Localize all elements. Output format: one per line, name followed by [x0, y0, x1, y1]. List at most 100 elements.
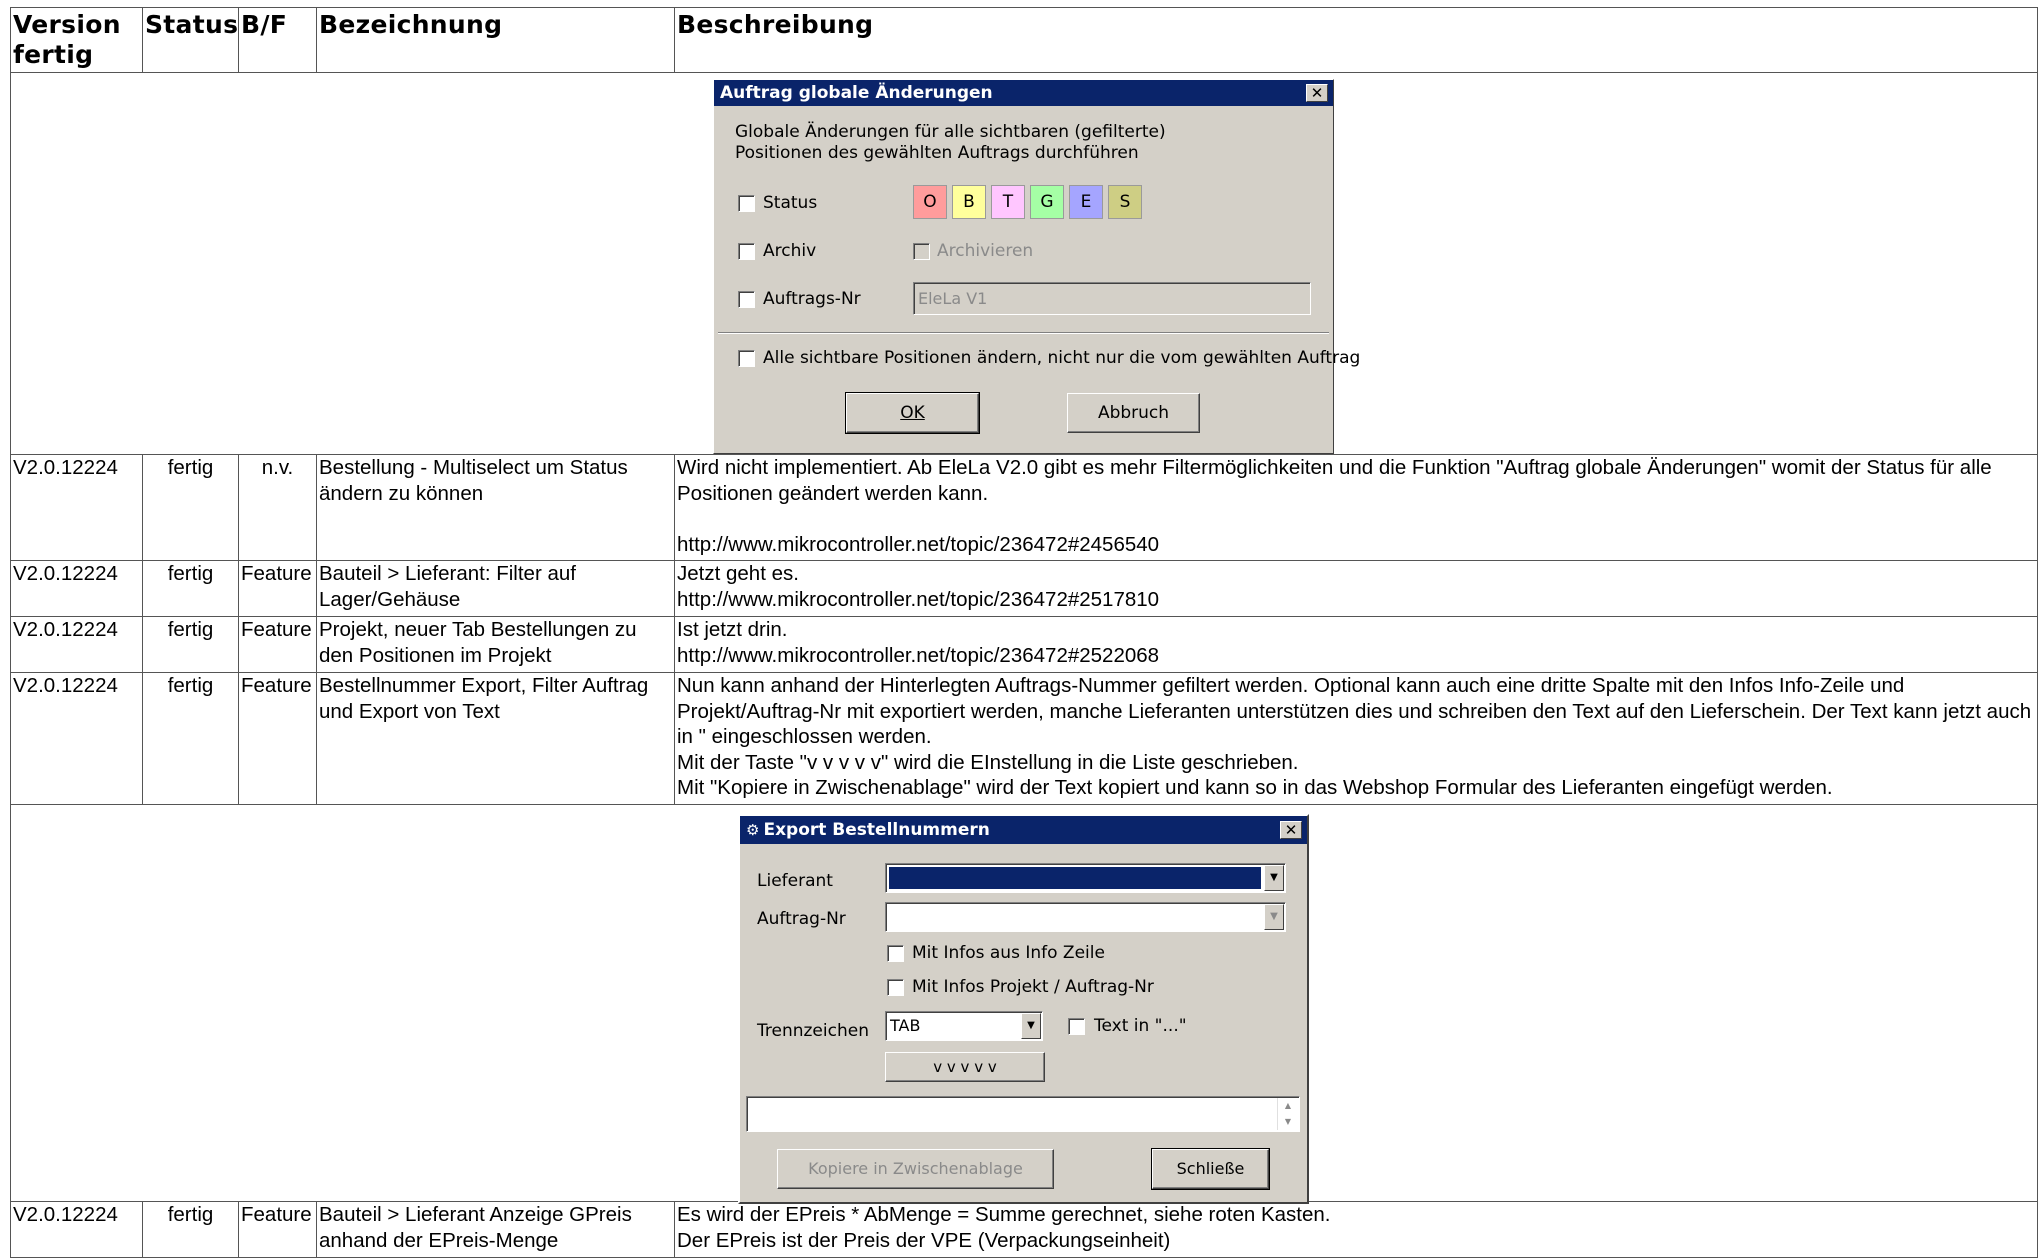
chevron-down-icon[interactable]: ▼ [1264, 865, 1284, 891]
archivieren-label: Archivieren [937, 241, 1034, 261]
spinner[interactable]: ▲ ▼ [1277, 1098, 1298, 1130]
row-bf: Feature [238, 560, 317, 617]
kopiere-button[interactable]: Kopiere in Zwischenablage [777, 1149, 1054, 1189]
row-desc: Jetzt geht es. http://www.mikrocontrolle… [674, 560, 2038, 617]
header-status: Status [142, 7, 239, 73]
status-swatch-g[interactable]: G [1030, 185, 1064, 219]
ok-button[interactable]: OK [845, 392, 980, 434]
text-in-checkbox[interactable] [1068, 1018, 1085, 1035]
mit-info-zeile-label: Mit Infos aus Info Zeile [912, 943, 1105, 963]
header-bf: B/F [238, 7, 317, 73]
desc-link[interactable]: http://www.mikrocontroller.net/topic/236… [677, 532, 2035, 558]
row-name: Bauteil > Lieferant: Filter auf Lager/Ge… [316, 560, 675, 617]
intro-text-line2: Positionen des gewählten Auftrags durchf… [735, 143, 1139, 163]
ok-button-label: OK [900, 403, 925, 423]
auftrags-nr-label: Auftrags-Nr [763, 289, 861, 309]
desc-line: Der EPreis ist der Preis der VPE (Verpac… [677, 1228, 1171, 1252]
mit-info-projekt-checkbox[interactable] [887, 979, 904, 996]
app-icon: ⚙ [746, 821, 760, 839]
status-swatch-e[interactable]: E [1069, 185, 1103, 219]
text-in-label: Text in "..." [1094, 1016, 1187, 1036]
table-row: V2.0.12224 fertig Feature Bauteil > Lief… [10, 560, 2038, 617]
row-status: fertig [142, 454, 239, 561]
dialog-title: Auftrag globale Änderungen [720, 83, 993, 103]
desc-line [677, 506, 2035, 532]
status-checkbox[interactable] [738, 195, 755, 212]
mit-info-zeile-checkbox[interactable] [887, 945, 904, 962]
archiv-label: Archiv [763, 241, 817, 261]
vvvvv-button[interactable]: v v v v v [885, 1052, 1045, 1082]
desc-line: Nun kann anhand der Hinterlegten Auftrag… [677, 674, 2037, 748]
chevron-down-icon[interactable]: ▼ [1278, 1114, 1298, 1130]
archiv-checkbox[interactable] [738, 243, 755, 260]
row-desc: Es wird der EPreis * AbMenge = Summe ger… [674, 1201, 2038, 1258]
row-version: V2.0.12224 [10, 560, 143, 617]
dialog-titlebar: Auftrag globale Änderungen ✕ [714, 80, 1333, 106]
close-icon[interactable]: ✕ [1280, 821, 1302, 839]
header-desc: Beschreibung [674, 7, 2038, 73]
status-swatch-b[interactable]: B [952, 185, 986, 219]
chevron-down-icon[interactable]: ▼ [1021, 1013, 1041, 1039]
row-desc: Nun kann anhand der Hinterlegten Auftrag… [674, 672, 2038, 805]
auftrags-nr-input[interactable]: EleLa V1 [913, 282, 1311, 315]
status-label: Status [763, 193, 818, 213]
row-name: Bauteil > Lieferant Anzeige GPreis anhan… [316, 1201, 675, 1258]
desc-link[interactable]: http://www.mikrocontroller.net/topic/236… [677, 587, 2035, 613]
desc-link[interactable]: http://www.mikrocontroller.net/topic/236… [677, 643, 2035, 669]
auftrags-nr-checkbox[interactable] [738, 291, 755, 308]
row-version: V2.0.12224 [10, 454, 143, 561]
trennzeichen-select[interactable]: TAB ▼ [885, 1011, 1043, 1041]
auftrag-nr-label: Auftrag-Nr [757, 909, 846, 929]
status-swatches: O B T G E S [913, 185, 1143, 219]
row-name: Projekt, neuer Tab Bestellungen zu den P… [316, 616, 675, 673]
row-name: Bestellung - Multiselect um Status änder… [316, 454, 675, 561]
chevron-down-icon[interactable]: ▼ [1264, 904, 1284, 930]
chevron-up-icon[interactable]: ▲ [1278, 1098, 1298, 1114]
status-swatch-s[interactable]: S [1108, 185, 1142, 219]
lieferant-select[interactable]: ▼ [885, 863, 1286, 893]
alle-positionen-label: Alle sichtbare Positionen ändern, nicht … [763, 348, 1361, 368]
alle-positionen-checkbox[interactable] [738, 350, 755, 367]
abbruch-button[interactable]: Abbruch [1067, 393, 1200, 433]
table-row: V2.0.12224 fertig Feature Projekt, neuer… [10, 616, 2038, 673]
row-desc: Wird nicht implementiert. Ab EleLa V2.0 … [674, 454, 2038, 561]
row-status: fertig [142, 1201, 239, 1258]
status-swatch-o[interactable]: O [913, 185, 947, 219]
separator [718, 332, 1329, 334]
export-text-field[interactable]: ▲ ▼ [746, 1096, 1300, 1132]
dialog-titlebar: ⚙ Export Bestellnummern ✕ [740, 816, 1307, 844]
desc-line: Ist jetzt drin. [677, 618, 788, 641]
row-status: fertig [142, 672, 239, 805]
row-version: V2.0.12224 [10, 1201, 143, 1258]
lieferant-label: Lieferant [757, 871, 833, 891]
status-swatch-t[interactable]: T [991, 185, 1025, 219]
row-bf: Feature [238, 672, 317, 805]
header-name: Bezeichnung [316, 7, 675, 73]
schliesse-button[interactable]: Schließe [1151, 1148, 1270, 1190]
row-version: V2.0.12224 [10, 672, 143, 805]
lieferant-selected-value [889, 867, 1261, 889]
intro-text-line1: Globale Änderungen für alle sichtbaren (… [735, 122, 1166, 142]
abbruch-button-label: Abbruch [1097, 403, 1170, 423]
row-bf: Feature [238, 616, 317, 673]
close-icon[interactable]: ✕ [1306, 84, 1328, 102]
row-status: fertig [142, 560, 239, 617]
desc-line: Jetzt geht es. [677, 562, 799, 585]
desc-line: Wird nicht implementiert. Ab EleLa V2.0 … [677, 456, 1998, 505]
header-row: Version fertig Status B/F Bezeichnung Be… [10, 7, 2038, 73]
row-bf: Feature [238, 1201, 317, 1258]
row-status: fertig [142, 616, 239, 673]
desc-line: Mit der Taste "v v v v v" wird die EInst… [677, 750, 1299, 774]
row-desc: Ist jetzt drin. http://www.mikrocontroll… [674, 616, 2038, 673]
row-name: Bestellnummer Export, Filter Auftrag und… [316, 672, 675, 805]
dialog-auftrag-globale-aenderungen: Auftrag globale Änderungen ✕ Globale Änd… [713, 79, 1360, 454]
archivieren-checkbox[interactable] [913, 243, 930, 260]
dialog-export-bestellnummern: ⚙ Export Bestellnummern ✕ Lieferant ▼ Auf… [738, 814, 1309, 1204]
table-row: V2.0.12224 fertig Feature Bestellnummer … [10, 672, 2038, 805]
header-version: Version fertig [10, 7, 143, 73]
auftrag-nr-select[interactable]: ▼ [885, 902, 1286, 932]
table-row: V2.0.12224 fertig Feature Bauteil > Lief… [10, 1201, 2038, 1258]
desc-line: Es wird der EPreis * AbMenge = Summe ger… [677, 1203, 1331, 1226]
table-row: V2.0.12224 fertig n.v. Bestellung - Mult… [10, 454, 2038, 561]
mit-info-projekt-label: Mit Infos Projekt / Auftrag-Nr [912, 977, 1154, 997]
